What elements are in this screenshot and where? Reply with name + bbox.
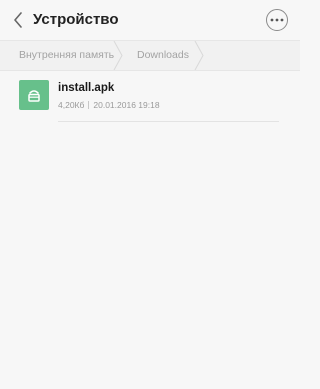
breadcrumb-item-downloads[interactable]: Downloads <box>137 41 189 70</box>
back-button[interactable] <box>9 10 27 30</box>
file-meta: 4,20Кб 20.01.2016 19:18 <box>58 100 160 111</box>
breadcrumb-separator-icon <box>113 41 123 70</box>
breadcrumb-separator-icon <box>194 41 204 70</box>
meta-divider <box>88 101 90 109</box>
file-name: install.apk <box>58 82 115 94</box>
apk-file-icon <box>19 80 49 110</box>
file-manager-screen: Устройство Внутренняя память Downloads i… <box>0 0 300 389</box>
page-title: Устройство <box>33 11 119 28</box>
chevron-left-icon <box>14 12 22 28</box>
header: Устройство <box>0 0 300 40</box>
file-size: 4,20Кб <box>58 100 85 110</box>
file-list-item[interactable]: install.apk 4,20Кб 20.01.2016 19:18 <box>0 71 300 121</box>
list-divider <box>58 121 279 122</box>
more-horizontal-icon <box>270 18 284 22</box>
breadcrumb-item-internal-storage[interactable]: Внутренняя память <box>19 41 114 70</box>
android-icon <box>28 90 40 102</box>
file-date: 20.01.2016 19:18 <box>93 100 160 110</box>
breadcrumb: Внутренняя память Downloads <box>0 40 300 71</box>
more-button[interactable] <box>266 9 288 31</box>
